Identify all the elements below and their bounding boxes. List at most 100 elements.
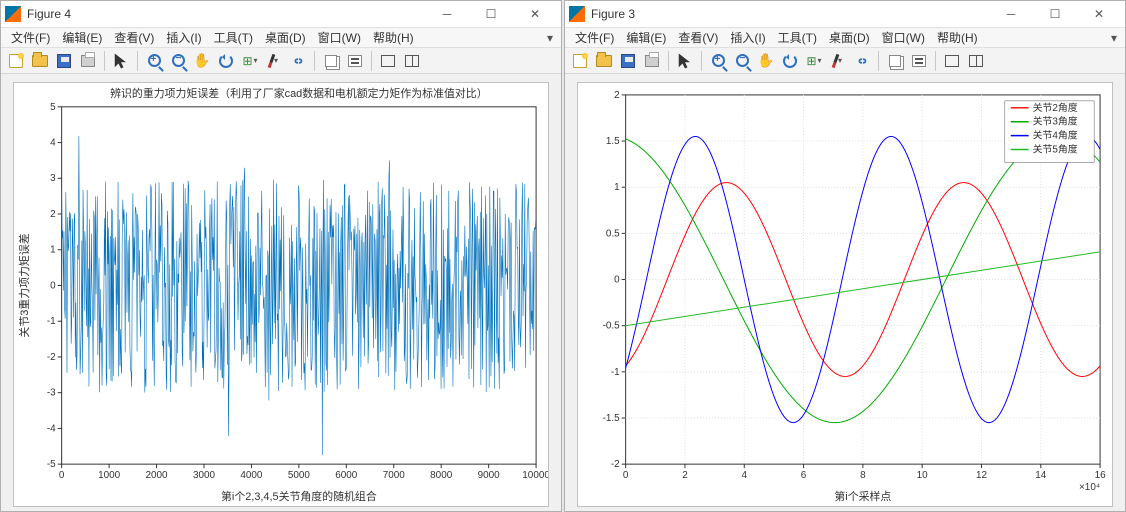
menu-help[interactable]: 帮助(H) xyxy=(367,29,420,46)
menu-desktop[interactable]: 桌面(D) xyxy=(823,29,876,46)
zoom-in-icon[interactable] xyxy=(143,50,165,72)
chart-svg: 0246810121416-2-1.5-1-0.500.511.52第i个采样点… xyxy=(578,83,1112,506)
toolbar: ✋ ⊞▾▾ xyxy=(1,48,561,74)
brush-icon[interactable]: ▾ xyxy=(263,50,285,72)
menu-window[interactable]: 窗口(W) xyxy=(876,29,931,46)
svg-text:2: 2 xyxy=(50,209,56,220)
legend-icon[interactable] xyxy=(344,50,366,72)
matlab-logo-icon xyxy=(5,6,21,22)
svg-text:-4: -4 xyxy=(47,424,56,435)
close-button[interactable]: ✕ xyxy=(513,1,557,27)
svg-text:12: 12 xyxy=(976,470,988,481)
menu-view[interactable]: 查看(V) xyxy=(672,29,724,46)
menu-insert[interactable]: 插入(I) xyxy=(160,29,207,46)
rotate3d-icon[interactable] xyxy=(779,50,801,72)
rotate3d-icon[interactable] xyxy=(215,50,237,72)
svg-text:5000: 5000 xyxy=(288,470,311,481)
save-icon[interactable] xyxy=(53,50,75,72)
colorbar-icon[interactable] xyxy=(320,50,342,72)
datatip-icon[interactable]: ⊞▾ xyxy=(239,50,261,72)
svg-text:关节3角度: 关节3角度 xyxy=(1033,115,1078,128)
menu-overflow-icon[interactable]: ▾ xyxy=(1107,31,1121,45)
svg-text:1: 1 xyxy=(614,182,620,193)
figure-window-4: Figure 4 ─ ☐ ✕ 文件(F) 编辑(E) 查看(V) 插入(I) 工… xyxy=(0,0,562,512)
plot-area: 0246810121416-2-1.5-1-0.500.511.52第i个采样点… xyxy=(565,74,1125,511)
svg-text:1000: 1000 xyxy=(98,470,121,481)
legend-icon[interactable] xyxy=(908,50,930,72)
svg-text:16: 16 xyxy=(1095,470,1107,481)
zoom-out-icon[interactable] xyxy=(167,50,189,72)
svg-text:8: 8 xyxy=(860,470,866,481)
pointer-icon[interactable] xyxy=(674,50,696,72)
menu-window[interactable]: 窗口(W) xyxy=(312,29,367,46)
svg-text:-1.5: -1.5 xyxy=(603,413,621,424)
svg-text:3000: 3000 xyxy=(193,470,216,481)
menu-tools[interactable]: 工具(T) xyxy=(772,29,823,46)
svg-text:6000: 6000 xyxy=(335,470,358,481)
menu-bar: 文件(F) 编辑(E) 查看(V) 插入(I) 工具(T) 桌面(D) 窗口(W… xyxy=(1,28,561,48)
svg-text:-1: -1 xyxy=(611,367,620,378)
svg-text:第i个采样点: 第i个采样点 xyxy=(834,489,891,503)
minimize-button[interactable]: ─ xyxy=(425,1,469,27)
plot-area: 0100020003000400050006000700080009000100… xyxy=(1,74,561,511)
save-icon[interactable] xyxy=(617,50,639,72)
svg-text:1.5: 1.5 xyxy=(606,136,620,147)
pan-icon[interactable]: ✋ xyxy=(191,50,213,72)
open-icon[interactable] xyxy=(29,50,51,72)
menu-bar: 文件(F) 编辑(E) 查看(V) 插入(I) 工具(T) 桌面(D) 窗口(W… xyxy=(565,28,1125,48)
new-figure-icon[interactable] xyxy=(5,50,27,72)
pan-icon[interactable]: ✋ xyxy=(755,50,777,72)
desktop: Figure 4 ─ ☐ ✕ 文件(F) 编辑(E) 查看(V) 插入(I) 工… xyxy=(0,0,1126,512)
dock-icon[interactable] xyxy=(941,50,963,72)
title-bar[interactable]: Figure 4 ─ ☐ ✕ xyxy=(1,1,561,28)
zoom-out-icon[interactable] xyxy=(731,50,753,72)
svg-text:-5: -5 xyxy=(47,459,56,470)
close-button[interactable]: ✕ xyxy=(1077,1,1121,27)
axes-container[interactable]: 0100020003000400050006000700080009000100… xyxy=(13,82,549,507)
svg-text:1: 1 xyxy=(50,245,56,256)
undock-icon[interactable] xyxy=(965,50,987,72)
maximize-button[interactable]: ☐ xyxy=(469,1,513,27)
svg-text:-2: -2 xyxy=(47,352,56,363)
svg-text:0: 0 xyxy=(614,275,620,286)
menu-file[interactable]: 文件(F) xyxy=(569,29,620,46)
svg-text:-1: -1 xyxy=(47,316,56,327)
brush-icon[interactable]: ▾ xyxy=(827,50,849,72)
svg-text:14: 14 xyxy=(1035,470,1047,481)
menu-help[interactable]: 帮助(H) xyxy=(931,29,984,46)
svg-text:6: 6 xyxy=(801,470,807,481)
menu-file[interactable]: 文件(F) xyxy=(5,29,56,46)
print-icon[interactable] xyxy=(77,50,99,72)
svg-text:3: 3 xyxy=(50,173,56,184)
undock-icon[interactable] xyxy=(401,50,423,72)
menu-desktop[interactable]: 桌面(D) xyxy=(259,29,312,46)
colorbar-icon[interactable] xyxy=(884,50,906,72)
maximize-button[interactable]: ☐ xyxy=(1033,1,1077,27)
menu-edit[interactable]: 编辑(E) xyxy=(56,29,108,46)
axes-container[interactable]: 0246810121416-2-1.5-1-0.500.511.52第i个采样点… xyxy=(577,82,1113,507)
svg-text:10: 10 xyxy=(917,470,929,481)
minimize-button[interactable]: ─ xyxy=(989,1,1033,27)
menu-insert[interactable]: 插入(I) xyxy=(724,29,771,46)
svg-text:关节3重力项力矩误差: 关节3重力项力矩误差 xyxy=(17,233,31,337)
link-icon[interactable] xyxy=(851,50,873,72)
pointer-icon[interactable] xyxy=(110,50,132,72)
menu-tools[interactable]: 工具(T) xyxy=(208,29,259,46)
title-bar[interactable]: Figure 3 ─ ☐ ✕ xyxy=(565,1,1125,28)
svg-text:0: 0 xyxy=(50,281,56,292)
svg-text:4000: 4000 xyxy=(240,470,263,481)
svg-text:9000: 9000 xyxy=(478,470,501,481)
link-icon[interactable] xyxy=(287,50,309,72)
new-figure-icon[interactable] xyxy=(569,50,591,72)
svg-text:关节4角度: 关节4角度 xyxy=(1033,129,1078,142)
menu-overflow-icon[interactable]: ▾ xyxy=(543,31,557,45)
svg-text:第i个2,3,4,5关节角度的随机组合: 第i个2,3,4,5关节角度的随机组合 xyxy=(221,489,377,503)
open-icon[interactable] xyxy=(593,50,615,72)
dock-icon[interactable] xyxy=(377,50,399,72)
menu-view[interactable]: 查看(V) xyxy=(108,29,160,46)
print-icon[interactable] xyxy=(641,50,663,72)
svg-text:0: 0 xyxy=(623,470,629,481)
menu-edit[interactable]: 编辑(E) xyxy=(620,29,672,46)
datatip-icon[interactable]: ⊞▾ xyxy=(803,50,825,72)
zoom-in-icon[interactable] xyxy=(707,50,729,72)
